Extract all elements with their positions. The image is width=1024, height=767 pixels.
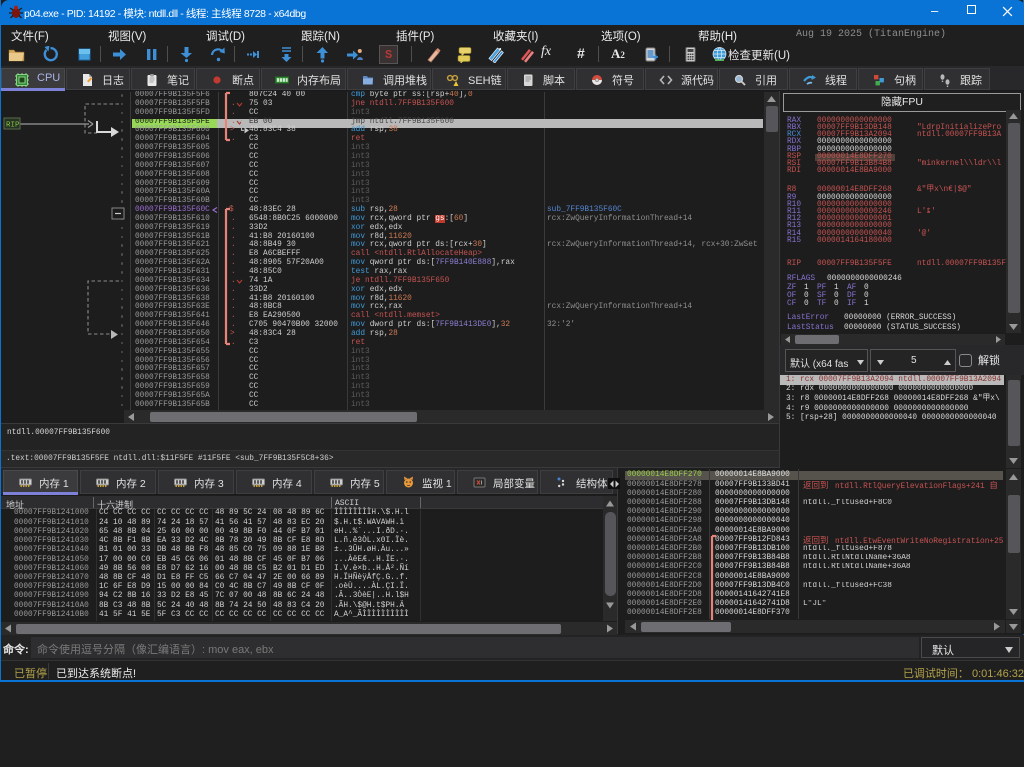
svg-text:RIP: RIP [6,122,20,130]
